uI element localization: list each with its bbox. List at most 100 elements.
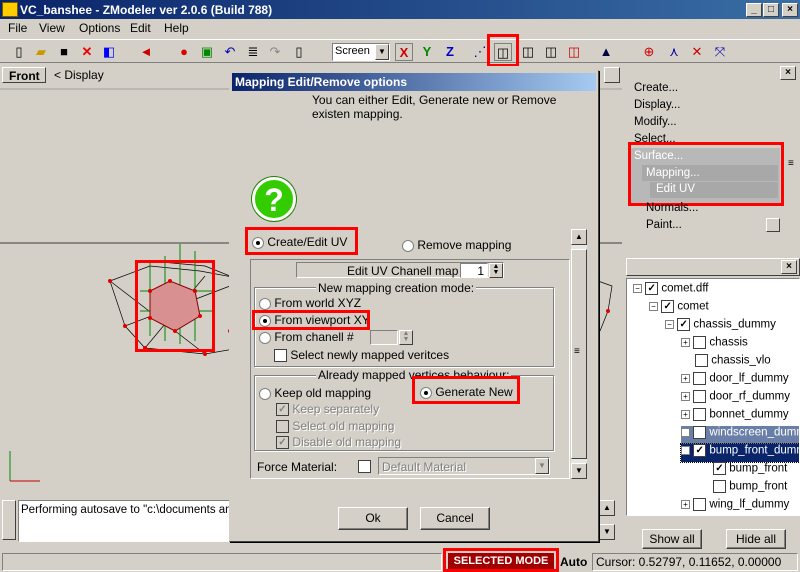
menu-display[interactable]: Display... xyxy=(634,99,680,111)
open-folder-icon[interactable]: ▰ xyxy=(32,43,50,61)
force-material-checkbox[interactable] xyxy=(358,460,371,473)
menu-help[interactable]: Help xyxy=(164,21,189,35)
transform-icon[interactable]: ⤧ xyxy=(711,43,729,61)
remove-mapping-radio[interactable] xyxy=(402,239,414,252)
tree-item-comet-dff[interactable]: − ✓ comet.dff xyxy=(633,282,709,300)
log-scroll-up[interactable]: ▲ xyxy=(599,500,615,516)
visibility-checkbox[interactable] xyxy=(713,480,726,493)
tree-item-door-lf-dummy[interactable]: + door_lf_dummy xyxy=(681,372,789,390)
scroll-down-arrow[interactable]: ▼ xyxy=(571,463,587,479)
axis-z-toggle[interactable]: Z xyxy=(441,43,459,61)
save-icon[interactable]: ■ xyxy=(55,43,73,61)
collapse-icon[interactable]: − xyxy=(681,446,690,455)
tree-item-bump-front-dummy[interactable]: − ✓ bump_front_dummy xyxy=(680,443,799,463)
new-file-icon[interactable]: ▯ xyxy=(10,43,28,61)
expand-icon[interactable]: + xyxy=(681,410,690,419)
menu-paint[interactable]: Paint... xyxy=(646,219,682,231)
tree-item-chassis[interactable]: + chassis xyxy=(681,336,748,354)
menu-options[interactable]: Options xyxy=(79,21,120,35)
select-box-icon[interactable]: ◫ xyxy=(494,43,512,61)
disable-old-mapping-option[interactable]: ✓ Disable old mapping xyxy=(276,435,401,450)
viewport-maximize-button[interactable] xyxy=(604,67,620,83)
axis-gizmo-icon[interactable]: ⋏ xyxy=(665,43,683,61)
scroll-thumb[interactable]: ≡ xyxy=(571,249,587,459)
document-icon[interactable]: ▯ xyxy=(290,43,308,61)
scroll-up-arrow[interactable]: ▲ xyxy=(571,229,587,245)
coord-system-select[interactable]: Screen ▼ xyxy=(332,43,390,61)
cancel-button[interactable]: Cancel xyxy=(420,507,490,530)
expand-icon[interactable]: + xyxy=(681,392,690,401)
tree-item-comet[interactable]: − ✓ comet xyxy=(649,300,709,318)
hide-all-button[interactable]: Hide all xyxy=(726,529,786,549)
delete-icon[interactable]: ✕ xyxy=(78,43,96,61)
visibility-checkbox[interactable] xyxy=(693,336,707,349)
maximize-button[interactable]: □ xyxy=(763,3,779,17)
visibility-checkbox[interactable] xyxy=(693,498,707,511)
import-icon[interactable]: ◧ xyxy=(100,43,118,61)
menu-file[interactable]: File xyxy=(8,21,27,35)
undo-icon[interactable]: ↶ xyxy=(221,43,239,61)
visibility-checkbox[interactable]: ✓ xyxy=(661,300,675,313)
tree-item-bump-front[interactable]: ✓ bump_front xyxy=(713,462,787,480)
tree-item-chassis-vlo[interactable]: chassis_vlo xyxy=(695,354,771,372)
link-icon[interactable]: ⊕ xyxy=(640,43,658,61)
select-cube-icon[interactable]: ◫ xyxy=(519,43,537,61)
tree-item-wing-lf-dummy[interactable]: + wing_lf_dummy xyxy=(681,498,789,515)
uv-channel-input[interactable]: 1 xyxy=(460,263,488,278)
collapse-icon[interactable]: − xyxy=(665,320,674,329)
axis-x-toggle[interactable]: X xyxy=(395,43,413,61)
collapse-icon[interactable]: − xyxy=(649,302,658,311)
tree-close-button[interactable]: × xyxy=(781,260,797,274)
close-button[interactable]: × xyxy=(782,3,798,17)
menu-view[interactable]: View xyxy=(39,21,65,35)
remove-mapping-option[interactable]: Remove mapping xyxy=(402,238,511,252)
tree-item-door-rf-dummy[interactable]: + door_rf_dummy xyxy=(681,390,790,408)
tree-item-bump-front-2[interactable]: bump_front xyxy=(713,480,787,498)
cross-tool-icon[interactable]: ✕ xyxy=(688,43,706,61)
select-new-vertices-checkbox[interactable] xyxy=(274,349,287,363)
select-new-vertices-option[interactable]: Select newly mapped veritces xyxy=(274,348,449,363)
uv-channel-spinner[interactable]: ▲ ▼ xyxy=(489,263,503,278)
visibility-checkbox[interactable] xyxy=(693,390,707,403)
texture-icon[interactable]: ▣ xyxy=(198,43,216,61)
expand-icon[interactable]: + xyxy=(681,338,690,347)
menu-modify[interactable]: Modify... xyxy=(634,116,677,128)
paint-option-box[interactable] xyxy=(766,218,780,232)
from-channel-input[interactable] xyxy=(370,330,398,345)
tree-item-windscreen-dummy[interactable]: + windscreen_dummy xyxy=(681,426,799,444)
minimize-button[interactable]: _ xyxy=(746,3,762,17)
show-all-button[interactable]: Show all xyxy=(642,529,702,549)
tree-item-chassis-dummy[interactable]: − ✓ chassis_dummy xyxy=(665,318,776,336)
from-world-xyz-option[interactable]: From world XYZ xyxy=(259,296,361,310)
force-material-select[interactable]: Default Material ▼ xyxy=(378,457,550,475)
expand-icon[interactable]: + xyxy=(681,500,690,509)
ok-button[interactable]: Ok xyxy=(338,507,408,530)
visibility-checkbox[interactable]: ✓ xyxy=(713,462,726,475)
visibility-checkbox[interactable]: ✓ xyxy=(693,444,707,457)
collapse-icon[interactable]: − xyxy=(633,284,642,293)
keep-separately-checkbox[interactable]: ✓ xyxy=(276,403,289,417)
menu-normals[interactable]: Normals... xyxy=(646,202,698,214)
visibility-checkbox[interactable] xyxy=(693,408,707,421)
tree-item-bonnet-dummy[interactable]: + bonnet_dummy xyxy=(681,408,789,426)
select-old-mapping-option[interactable]: Select old mapping xyxy=(276,419,394,434)
menu-edit[interactable]: Edit xyxy=(130,21,151,35)
select-object-icon[interactable]: ◫ xyxy=(565,43,583,61)
visibility-checkbox[interactable] xyxy=(695,354,708,367)
dialog-scrollbar[interactable]: ▲ ≡ ▼ xyxy=(571,229,587,479)
visibility-checkbox[interactable] xyxy=(693,372,707,385)
from-channel-spinner[interactable]: ▲ ▼ xyxy=(399,330,413,345)
undo-arrow-icon[interactable]: ◄ xyxy=(137,43,155,61)
viewport-name-button[interactable]: Front xyxy=(2,67,46,83)
pyramid-icon[interactable]: ▲ xyxy=(597,43,615,61)
notes-icon[interactable]: ≣ xyxy=(244,43,262,61)
expand-icon[interactable]: + xyxy=(681,428,690,437)
axis-y-toggle[interactable]: Y xyxy=(418,43,436,61)
select-old-mapping-checkbox[interactable] xyxy=(276,420,289,434)
visibility-checkbox[interactable] xyxy=(693,426,707,439)
visibility-checkbox[interactable]: ✓ xyxy=(677,318,691,331)
keep-separately-option[interactable]: ✓ Keep separately xyxy=(276,402,379,417)
log-scroll-down[interactable]: ▼ xyxy=(599,524,615,540)
expand-icon[interactable]: + xyxy=(681,374,690,383)
display-tab[interactable]: < Display xyxy=(54,68,104,82)
